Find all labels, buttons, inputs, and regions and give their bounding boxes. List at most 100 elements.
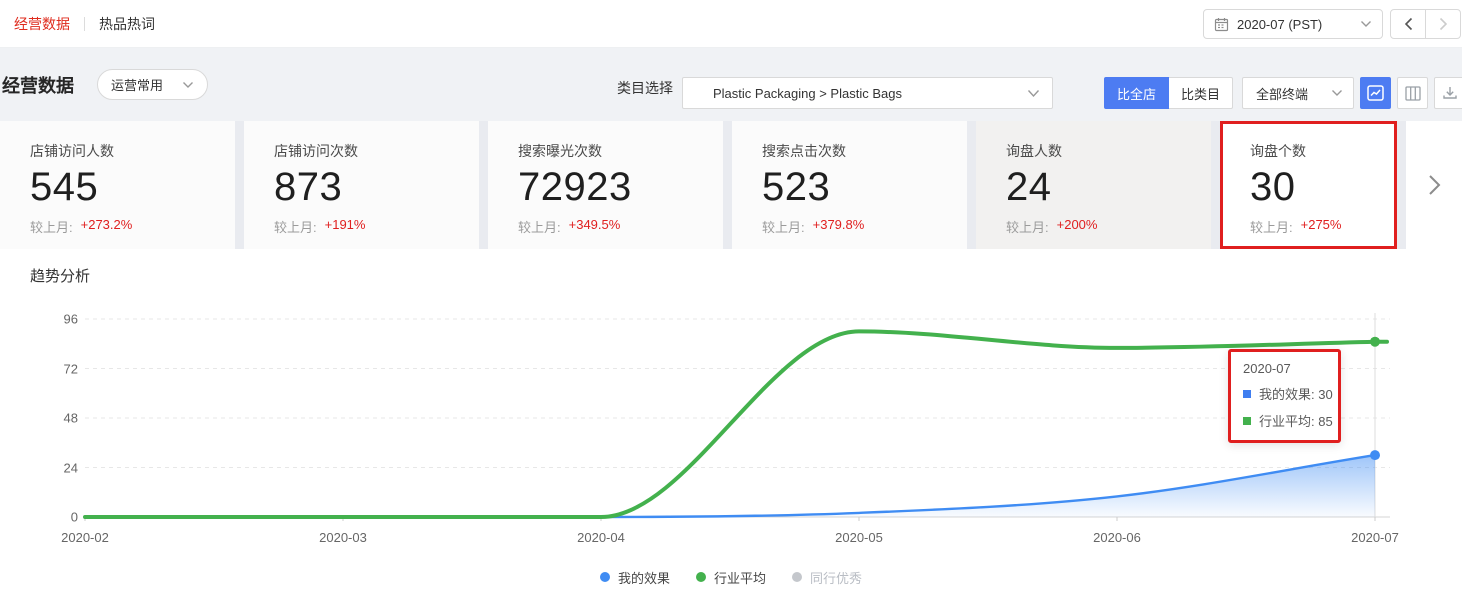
top-nav: 经营数据 热品热词 2020-07 (PST) [0,0,1462,48]
mom-label: 较上月: [518,217,561,236]
mom-change: +349.5% [569,217,621,236]
tooltip-row-text: 我的效果: 30 [1259,384,1333,403]
table-icon [1405,86,1421,101]
legend-item[interactable]: 同行优秀 [792,568,862,587]
date-picker-value: 2020-07 (PST) [1237,17,1352,32]
date-picker[interactable]: 2020-07 (PST) [1203,9,1383,39]
metric-card[interactable]: 搜索曝光次数 72923 较上月: +349.5% [488,121,723,249]
metric-value: 523 [762,163,967,211]
calendar-icon [1214,17,1229,32]
mom-change: +379.8% [813,217,865,236]
y-axis-tick-label: 24 [0,460,78,475]
toolbar: 经营数据 运营常用 类目选择 Plastic Packaging > Plast… [0,48,1462,121]
chart-tooltip: 2020-07 我的效果: 30 行业平均: 85 [1228,349,1341,443]
page-title: 经营数据 [2,72,74,98]
x-axis-tick-label: 2020-05 [819,530,899,545]
chevron-right-icon [1428,174,1441,196]
view-switcher [1360,77,1462,109]
nav-tab[interactable]: 热品热词 [99,14,155,34]
chevron-down-icon [1027,89,1040,98]
category-label: 类目选择 [617,78,673,98]
metric-value: 24 [1006,163,1211,211]
x-axis-tick-label: 2020-06 [1077,530,1157,545]
metric-title: 询盘人数 [1006,141,1211,161]
chevron-left-icon [1404,17,1413,31]
terminal-dropdown-value: 全部终端 [1256,84,1308,103]
legend-item[interactable]: 行业平均 [696,568,766,587]
preset-dropdown-value: 运营常用 [111,75,163,94]
chart-legend: 我的效果 行业平均 同行优秀 [0,567,1462,587]
series-marker-icon [1243,390,1251,398]
legend-dot-icon [696,572,706,582]
mom-change: +273.2% [81,217,133,236]
legend-label: 行业平均 [714,568,766,587]
terminal-dropdown[interactable]: 全部终端 [1242,77,1354,109]
metric-title: 询盘个数 [1250,141,1394,161]
compare-toggle: 比全店比类目 [1104,77,1233,109]
tooltip-title: 2020-07 [1243,361,1328,376]
chevron-right-icon [1439,17,1448,31]
month-pager [1390,9,1461,39]
legend-item[interactable]: 我的效果 [600,568,670,587]
compare-button[interactable]: 比类目 [1168,77,1233,109]
metric-title: 店铺访问人数 [30,141,235,161]
tooltip-row: 我的效果: 30 [1243,384,1328,403]
tooltip-row-text: 行业平均: 85 [1259,411,1333,430]
y-axis-tick-label: 48 [0,411,78,426]
metric-value: 30 [1250,163,1394,211]
chevron-down-icon [1360,20,1372,28]
x-axis-tick-label: 2020-07 [1335,530,1415,545]
mom-change: +275% [1301,217,1342,236]
legend-label: 我的效果 [618,568,670,587]
legend-label: 同行优秀 [810,568,862,587]
nav-divider [84,17,85,31]
trend-section: 趋势分析 024487296 2020-022020-032020-042020… [0,249,1462,592]
metric-card[interactable]: 店铺访问次数 873 较上月: +191% [244,121,479,249]
y-axis-tick-label: 0 [0,510,78,525]
mom-label: 较上月: [1250,217,1293,236]
view-line-chart-button[interactable] [1360,77,1391,109]
chevron-down-icon [182,81,194,89]
metric-card[interactable]: 搜索点击次数 523 较上月: +379.8% [732,121,967,249]
category-select[interactable]: Plastic Packaging > Plastic Bags [682,77,1053,109]
next-month-button[interactable] [1425,9,1461,39]
prev-month-button[interactable] [1390,9,1426,39]
mom-label: 较上月: [274,217,317,236]
x-axis-tick-label: 2020-04 [561,530,641,545]
nav-tab[interactable]: 经营数据 [14,14,70,34]
mom-change: +200% [1057,217,1098,236]
metric-title: 店铺访问次数 [274,141,479,161]
tooltip-row: 行业平均: 85 [1243,411,1328,430]
y-axis-tick-label: 72 [0,361,78,376]
cards-scroll-right-button[interactable] [1406,121,1462,249]
metric-cards-row: 店铺访问人数 545 较上月: +273.2% 店铺访问次数 873 较上月: … [0,121,1462,249]
legend-dot-icon [600,572,610,582]
metric-value: 873 [274,163,479,211]
mom-change: +191% [325,217,366,236]
preset-dropdown[interactable]: 运营常用 [97,69,208,100]
category-select-value: Plastic Packaging > Plastic Bags [713,86,1027,101]
mom-label: 较上月: [1006,217,1049,236]
mom-label: 较上月: [762,217,805,236]
view-download-button[interactable] [1434,77,1462,109]
dashboard-page: 经营数据 热品热词 2020-07 (PST) [0,0,1462,592]
download-icon [1442,85,1458,101]
mom-label: 较上月: [30,217,73,236]
line-chart-icon [1367,85,1384,101]
metric-card[interactable]: 询盘人数 24 较上月: +200% [976,121,1211,249]
metric-title: 搜索点击次数 [762,141,967,161]
top-nav-tabs: 经营数据 热品热词 [14,0,155,48]
metric-value: 545 [30,163,235,211]
metric-value: 72923 [518,163,723,211]
compare-button[interactable]: 比全店 [1104,77,1169,109]
metric-card[interactable]: 询盘个数 30 较上月: +275% [1220,121,1397,249]
x-axis-tick-label: 2020-02 [45,530,125,545]
series-marker-icon [1243,417,1251,425]
chevron-down-icon [1331,89,1343,97]
y-axis-tick-label: 96 [0,312,78,327]
metric-card[interactable]: 店铺访问人数 545 较上月: +273.2% [0,121,235,249]
legend-dot-icon [792,572,802,582]
metric-title: 搜索曝光次数 [518,141,723,161]
view-table-button[interactable] [1397,77,1428,109]
x-axis-tick-label: 2020-03 [303,530,383,545]
